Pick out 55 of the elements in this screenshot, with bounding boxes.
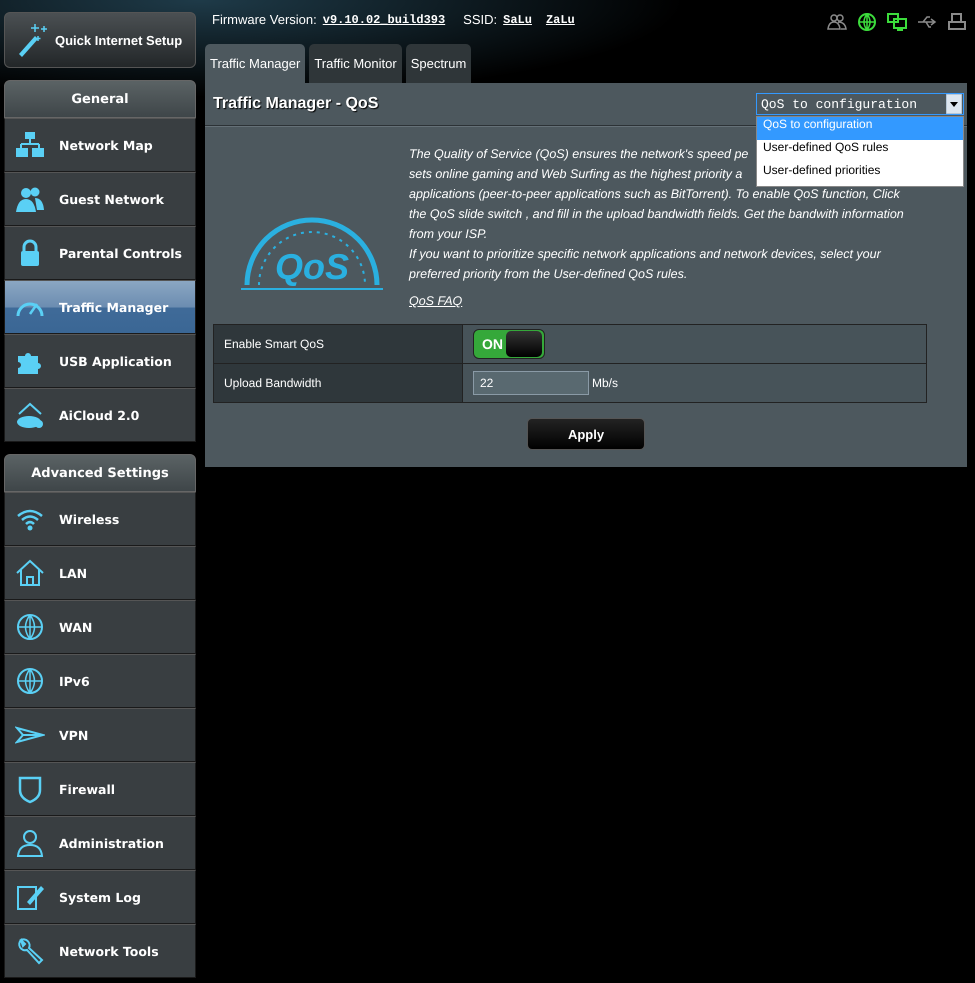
description-text: If you want to prioritize specific network applications and network devices, select your [409, 246, 881, 263]
person-icon [15, 828, 45, 858]
people-icon[interactable] [827, 12, 847, 32]
menu-item[interactable]: Traffic Manager [4, 280, 196, 334]
menu-item[interactable]: Wireless [4, 492, 196, 546]
ssid-link[interactable]: ZaLu [546, 13, 575, 27]
menu-item[interactable]: Firewall [4, 762, 196, 816]
menu-item[interactable]: Parental Controls [4, 226, 196, 280]
firmware-link[interactable]: v9.10.02_build393 [322, 13, 446, 27]
menu-item[interactable]: Guest Network [4, 172, 196, 226]
cloud-house-icon [15, 400, 45, 430]
menu-item[interactable]: LAN [4, 546, 196, 600]
input-field[interactable]: 22 [473, 371, 589, 395]
section-header: General [4, 80, 196, 118]
house-icon [15, 558, 45, 588]
unit-label: Mb/s [592, 376, 618, 390]
network-map-icon [15, 130, 45, 160]
ssid-label: SSID: [463, 12, 498, 27]
caret-icon [946, 94, 962, 114]
tab[interactable]: Traffic Monitor [309, 44, 402, 83]
menu-item[interactable]: Network Map [4, 118, 196, 172]
qos-gauge-drawing: QoS [237, 203, 387, 293]
menu-item[interactable]: System Log [4, 870, 196, 924]
description-text: preferred priority from the User-defined QoS rules. [409, 266, 688, 283]
description-text: The Quality of Service (QoS) ensures the network's speed pe [409, 146, 748, 163]
mode-dropdown[interactable]: QoS to configuration [756, 93, 964, 115]
dropdown-option[interactable]: User-defined QoS rules [757, 140, 963, 163]
menu-item[interactable]: USB Application [4, 334, 196, 388]
menu-item[interactable]: AiCloud 2.0 [4, 388, 196, 442]
setting-label: Upload Bandwidth [214, 364, 462, 402]
quick-setup-button[interactable]: Quick Internet Setup [4, 12, 196, 68]
firmware-label: Firmware Version: [212, 12, 317, 27]
menu-item[interactable]: IPv6 [4, 654, 196, 708]
printer-icon[interactable] [947, 12, 967, 32]
menu-item[interactable]: VPN [4, 708, 196, 762]
tab[interactable]: Spectrum [406, 44, 472, 83]
description-text: applications (peer-to-peer applications such as BitTorrent). To enable QoS function, Click [409, 186, 900, 203]
ssid-link[interactable]: SaLu [503, 13, 532, 27]
menu-item[interactable]: Network Tools [4, 924, 196, 978]
menu-item[interactable]: WAN [4, 600, 196, 654]
description-text: from your ISP. [409, 226, 488, 243]
panel-title: Traffic Manager - QoS [213, 95, 378, 113]
section-header: Advanced Settings [4, 454, 196, 492]
description-text: the QoS slide switch , and fill in the upload bandwidth fields. Get the bandwith information [409, 206, 904, 223]
tab[interactable]: Traffic Manager [205, 44, 306, 83]
apply-button[interactable]: Apply [527, 418, 645, 450]
globe-icon[interactable] [857, 12, 877, 32]
menu-item[interactable]: Administration [4, 816, 196, 870]
monitors-icon[interactable] [887, 12, 907, 32]
globe-icon [15, 612, 45, 642]
globe-icon [15, 666, 45, 696]
dropdown-option[interactable]: User-defined priorities [757, 163, 963, 186]
description-text: sets online gaming and Web Surfing as the highest priority a [409, 166, 742, 183]
faq-link[interactable]: QoS FAQ [409, 294, 462, 308]
setting-label: Enable Smart QoS [214, 324, 462, 364]
